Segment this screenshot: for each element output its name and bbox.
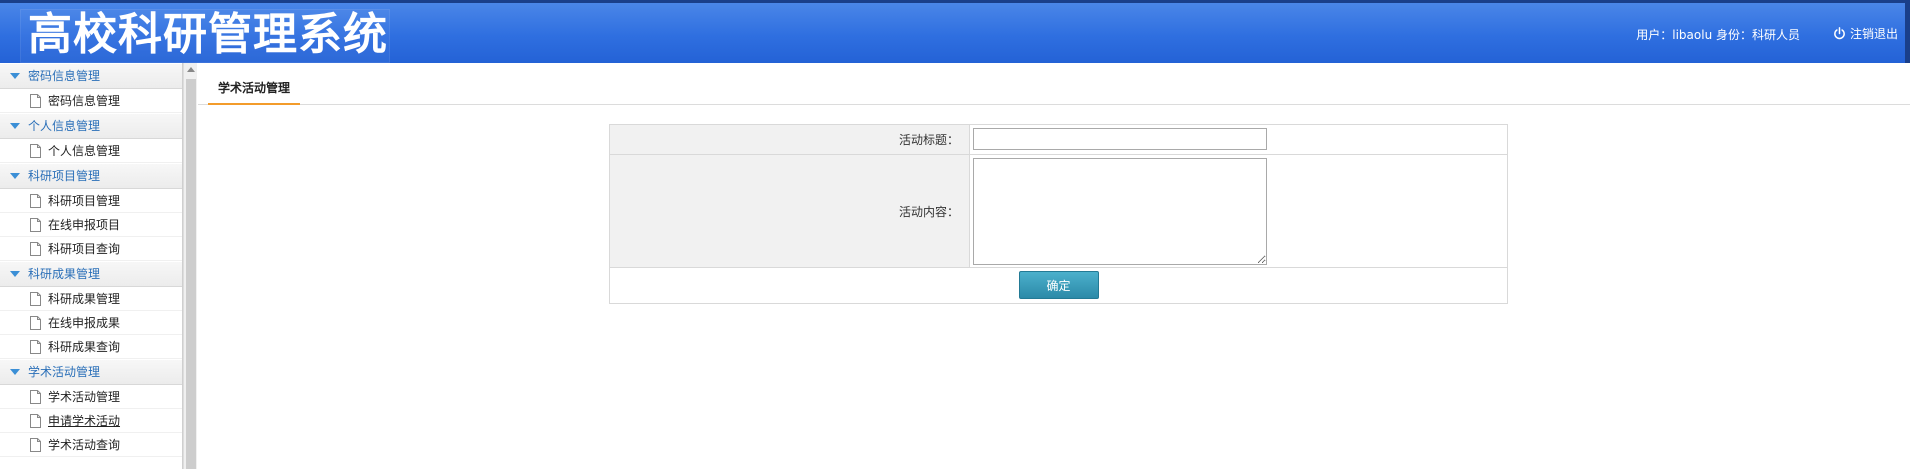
sidebar-item-password-manage[interactable]: 密码信息管理 — [0, 89, 182, 113]
menu-group-academic-activity[interactable]: 学术活动管理 — [0, 359, 182, 385]
document-icon — [30, 339, 41, 354]
sidebar-item-label: 密码信息管理 — [48, 93, 121, 108]
sidebar-item-personal-manage[interactable]: 个人信息管理 — [0, 139, 182, 163]
sidebar-item-result-apply[interactable]: 在线申报成果 — [0, 311, 182, 335]
sidebar-item-label: 科研项目管理 — [48, 193, 121, 208]
menu-group-research-project[interactable]: 科研项目管理 — [0, 163, 182, 189]
menu-group-label: 学术活动管理 — [28, 365, 101, 379]
sidebar-scrollbar[interactable] — [183, 63, 197, 469]
menu-group-label: 科研项目管理 — [28, 169, 101, 183]
sidebar-item-project-apply[interactable]: 在线申报项目 — [0, 213, 182, 237]
sidebar-item-label: 科研项目查询 — [48, 241, 121, 256]
document-icon — [30, 315, 41, 330]
expand-triangle-icon — [10, 73, 20, 79]
submit-button[interactable]: 确定 — [1018, 271, 1099, 299]
header-edge — [1905, 3, 1910, 66]
expand-triangle-icon — [10, 173, 20, 179]
document-icon — [30, 93, 41, 108]
tab-bar: 学术活动管理 — [198, 63, 1910, 105]
expand-triangle-icon — [10, 271, 20, 277]
menu-group-label: 个人信息管理 — [28, 119, 101, 133]
menu-group-research-result[interactable]: 科研成果管理 — [0, 261, 182, 287]
sidebar-item-label: 学术活动查询 — [48, 437, 121, 452]
user-info: 用户：libaolu 身份：科研人员 — [1636, 28, 1800, 42]
sidebar-item-label: 科研成果管理 — [48, 291, 121, 306]
power-icon — [1834, 27, 1845, 40]
app-header: 高校科研管理系统 用户：libaolu 身份：科研人员 注销退出 — [0, 0, 1910, 66]
document-icon — [30, 389, 41, 404]
sidebar: 密码信息管理 密码信息管理 个人信息管理 个人信息管理 科研项目管理 科研项目管… — [0, 63, 183, 469]
activity-content-textarea[interactable] — [973, 158, 1267, 265]
activity-form: 活动标题： 活动内容： 确定 — [609, 124, 1508, 304]
scrollbar-thumb[interactable] — [186, 79, 196, 469]
document-icon — [30, 291, 41, 306]
form-value-cell — [970, 125, 1507, 154]
sidebar-item-label: 申请学术活动 — [48, 413, 121, 428]
sidebar-item-label: 在线申报成果 — [48, 315, 121, 330]
document-icon — [30, 241, 41, 256]
menu-group-label: 科研成果管理 — [28, 267, 101, 281]
sidebar-item-label: 学术活动管理 — [48, 389, 121, 404]
sidebar-item-result-manage[interactable]: 科研成果管理 — [0, 287, 182, 311]
form-value-cell — [970, 155, 1507, 267]
sidebar-item-label: 科研成果查询 — [48, 339, 121, 354]
activity-title-label: 活动标题： — [610, 125, 970, 154]
menu-group-personal[interactable]: 个人信息管理 — [0, 113, 182, 139]
document-icon — [30, 143, 41, 158]
sidebar-item-result-query[interactable]: 科研成果查询 — [0, 335, 182, 359]
sidebar-item-activity-apply[interactable]: 申请学术活动 — [0, 409, 182, 433]
app-title: 高校科研管理系统 — [28, 9, 388, 60]
form-button-cell: 确定 — [610, 268, 1507, 303]
expand-triangle-icon — [10, 369, 20, 375]
expand-triangle-icon — [10, 123, 20, 129]
form-row-title: 活动标题： — [610, 125, 1507, 155]
scroll-up-arrow-icon[interactable] — [187, 67, 195, 72]
sidebar-item-activity-query[interactable]: 学术活动查询 — [0, 433, 182, 457]
logout-button[interactable]: 注销退出 — [1833, 25, 1898, 42]
activity-content-label: 活动内容： — [610, 155, 970, 267]
document-icon — [30, 193, 41, 208]
document-icon — [30, 413, 41, 428]
tab-academic-activity[interactable]: 学术活动管理 — [208, 77, 301, 105]
menu-group-password[interactable]: 密码信息管理 — [0, 63, 182, 89]
form-row-content: 活动内容： — [610, 155, 1507, 268]
sidebar-item-label: 在线申报项目 — [48, 217, 121, 232]
sidebar-item-activity-manage[interactable]: 学术活动管理 — [0, 385, 182, 409]
sidebar-item-label: 个人信息管理 — [48, 143, 121, 158]
document-icon — [30, 217, 41, 232]
logout-label: 注销退出 — [1849, 27, 1898, 41]
sidebar-item-project-query[interactable]: 科研项目查询 — [0, 237, 182, 261]
document-icon — [30, 437, 41, 452]
form-row-submit: 确定 — [610, 268, 1507, 303]
activity-title-input[interactable] — [973, 128, 1267, 150]
menu-group-label: 密码信息管理 — [28, 69, 101, 83]
main-content: 学术活动管理 活动标题： 活动内容： 确定 — [198, 63, 1910, 469]
sidebar-item-project-manage[interactable]: 科研项目管理 — [0, 189, 182, 213]
